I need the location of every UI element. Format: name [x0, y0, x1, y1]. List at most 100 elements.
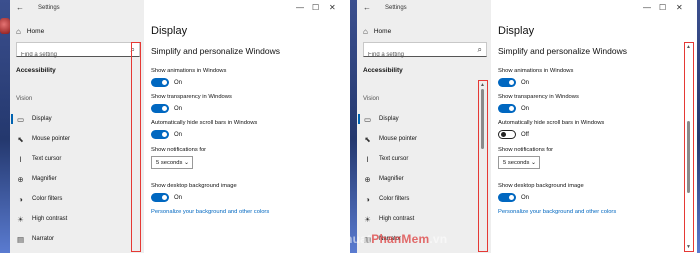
sidebar-item-label: Text cursor	[379, 156, 409, 162]
animations-label: Show animations in Windows	[498, 68, 574, 74]
scroll-up-icon[interactable]: ▲	[686, 44, 691, 50]
watermark: ThuThuatPhanMem.vn	[315, 232, 448, 246]
back-arrow-icon[interactable]: ←	[363, 3, 371, 12]
notifications-label: Show notifications for	[151, 147, 207, 153]
animations-toggle[interactable]	[498, 78, 516, 87]
toggle-state: On	[521, 194, 530, 201]
mouse-pointer-icon: ⬉	[17, 134, 24, 144]
search-box[interactable]: ⌕	[16, 42, 140, 62]
sidebar-item-color-filters[interactable]: ◑ Color filters	[16, 193, 62, 205]
sidebar-item-label: High contrast	[32, 216, 68, 222]
sidebar-item-text-cursor[interactable]: Ⅰ Text cursor	[16, 153, 61, 165]
app-title: Settings	[38, 5, 60, 11]
sidebar-item-high-contrast[interactable]: ☀ High contrast	[16, 213, 67, 225]
color-filters-icon: ◑	[365, 194, 370, 204]
desktop-app-icon[interactable]	[0, 18, 10, 34]
personalize-link[interactable]: Personalize your background and other co…	[498, 209, 616, 215]
close-icon[interactable]: ✕	[329, 3, 336, 12]
sidebar-item-narrator[interactable]: ▤ Narrator	[16, 233, 54, 245]
toggle-state: Off	[521, 131, 529, 138]
transparency-toggle[interactable]	[151, 104, 169, 113]
notifications-label: Show notifications for	[498, 147, 554, 153]
dropdown-value: 5 seconds	[503, 160, 530, 166]
sidebar-item-mouse-pointer[interactable]: ⬉ Mouse pointer	[363, 133, 417, 145]
animations-toggle[interactable]	[151, 78, 169, 87]
settings-window-before: ← Settings ⌂ Home ⌕ Accessibility Vision…	[10, 0, 350, 253]
close-icon[interactable]: ✕	[676, 3, 683, 12]
chevron-down-icon: ⌄	[530, 160, 536, 166]
background-label: Show desktop background image	[498, 183, 584, 189]
home-icon: ⌂	[16, 27, 21, 36]
narrator-icon: ▤	[16, 234, 25, 244]
transparency-setting: On	[151, 104, 182, 113]
background-label: Show desktop background image	[151, 183, 237, 189]
background-toggle[interactable]	[498, 193, 516, 202]
background-toggle[interactable]	[151, 193, 169, 202]
sidebar-item-label: Magnifier	[379, 176, 404, 182]
group-title: Vision	[363, 96, 380, 102]
maximize-icon[interactable]: ☐	[659, 3, 666, 12]
toggle-state: On	[521, 79, 530, 86]
sidebar-item-label: Narrator	[32, 236, 55, 242]
page-title: Display	[498, 25, 535, 37]
settings-content: — ☐ ✕ Display Simplify and personalize W…	[491, 0, 697, 253]
scroll-up-icon[interactable]: ▲	[480, 82, 485, 88]
toggle-state: On	[174, 194, 183, 201]
sidebar-item-display[interactable]: ▭ Display	[358, 113, 399, 125]
chevron-down-icon: ⌄	[183, 160, 189, 166]
search-input[interactable]	[17, 48, 139, 62]
settings-sidebar: ← Settings ⌂ Home ⌕ Accessibility Vision…	[357, 0, 491, 253]
home-label: Home	[373, 28, 392, 35]
notifications-dropdown[interactable]: 5 seconds ⌄	[498, 156, 540, 169]
sidebar-item-magnifier[interactable]: ⊕ Magnifier	[363, 173, 404, 185]
text-cursor-icon: Ⅰ	[19, 154, 22, 164]
toggle-state: On	[521, 105, 530, 112]
search-icon[interactable]: ⌕	[478, 45, 482, 55]
hide-scrollbars-toggle[interactable]	[498, 130, 516, 139]
search-input[interactable]	[364, 48, 486, 62]
title-bar: ← Settings	[357, 0, 491, 18]
sidebar-scrollbar-thumb[interactable]	[481, 89, 484, 149]
toggle-state: On	[174, 79, 183, 86]
category-title: Accessibility	[363, 67, 403, 74]
app-title: Settings	[385, 5, 407, 11]
hide-scrollbars-label: Automatically hide scroll bars in Window…	[151, 120, 258, 126]
group-title: Vision	[16, 96, 33, 102]
personalize-link[interactable]: Personalize your background and other co…	[151, 209, 269, 215]
sidebar-item-home[interactable]: ⌂ Home	[363, 27, 391, 36]
settings-sidebar: ← Settings ⌂ Home ⌕ Accessibility Vision…	[10, 0, 144, 253]
content-scrollbar-highlight: ▲ ▼	[684, 42, 694, 252]
maximize-icon[interactable]: ☐	[312, 3, 319, 12]
home-icon: ⌂	[363, 27, 368, 36]
scroll-down-icon[interactable]: ▼	[686, 244, 691, 250]
hide-scrollbars-label: Automatically hide scroll bars in Window…	[498, 120, 605, 126]
transparency-label: Show transparency in Windows	[498, 94, 579, 100]
sidebar-item-label: Color filters	[379, 196, 410, 202]
background-setting: On	[498, 193, 529, 202]
sidebar-item-color-filters[interactable]: ◑ Color filters	[363, 193, 409, 205]
hide-scrollbars-setting: On	[151, 130, 182, 139]
background-setting: On	[151, 193, 182, 202]
minimize-icon[interactable]: —	[296, 3, 304, 12]
sidebar-item-label: Mouse pointer	[379, 136, 418, 142]
search-box[interactable]: ⌕	[363, 42, 487, 62]
section-title: Simplify and personalize Windows	[498, 46, 627, 56]
sidebar-item-display[interactable]: ▭ Display	[11, 113, 52, 125]
sidebar-item-magnifier[interactable]: ⊕ Magnifier	[16, 173, 56, 185]
back-arrow-icon[interactable]: ←	[16, 3, 24, 12]
selection-indicator	[358, 114, 360, 124]
home-label: Home	[26, 28, 45, 35]
sidebar-item-label: Mouse pointer	[32, 136, 71, 142]
toggle-state: On	[174, 131, 183, 138]
hide-scrollbars-toggle[interactable]	[151, 130, 169, 139]
sidebar-item-text-cursor[interactable]: Ⅰ Text cursor	[363, 153, 408, 165]
transparency-toggle[interactable]	[498, 104, 516, 113]
minimize-icon[interactable]: —	[643, 3, 651, 12]
sidebar-item-label: Color filters	[32, 196, 63, 202]
sidebar-item-mouse-pointer[interactable]: ⬉ Mouse pointer	[16, 133, 70, 145]
display-icon: ▭	[16, 114, 25, 124]
notifications-dropdown[interactable]: 5 seconds ⌄	[151, 156, 193, 169]
sidebar-item-high-contrast[interactable]: ☀ High contrast	[363, 213, 414, 225]
sidebar-item-home[interactable]: ⌂ Home	[16, 27, 44, 36]
content-scrollbar-thumb[interactable]	[687, 121, 690, 193]
